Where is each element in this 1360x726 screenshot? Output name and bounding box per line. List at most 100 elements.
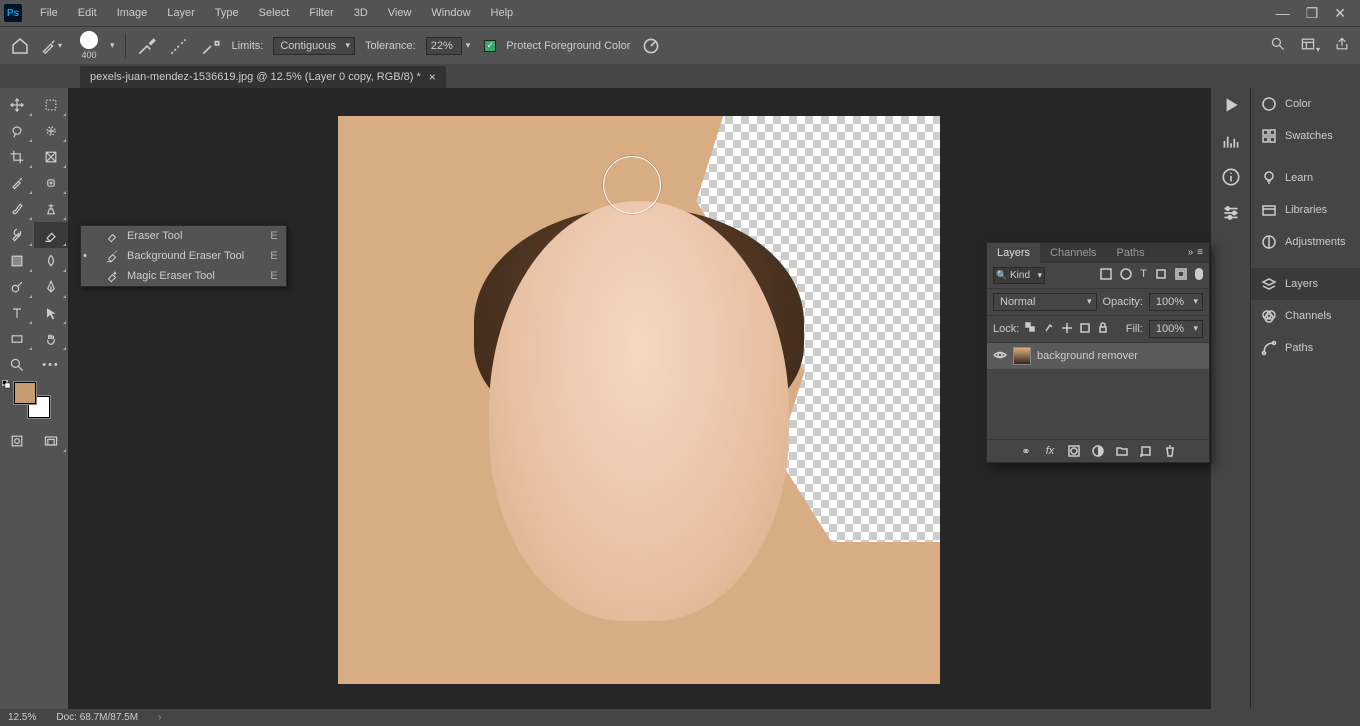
- info-icon[interactable]: [1220, 166, 1242, 188]
- fill-input[interactable]: 100%: [1149, 320, 1203, 338]
- document-canvas[interactable]: [338, 116, 940, 684]
- layer-row[interactable]: background remover: [987, 343, 1209, 369]
- menu-filter[interactable]: Filter: [299, 3, 343, 23]
- filter-shape-icon[interactable]: [1155, 268, 1167, 283]
- eyedropper-tool[interactable]: [0, 170, 34, 196]
- collapse-icon[interactable]: »: [1188, 247, 1194, 259]
- lock-pixels-icon[interactable]: [1043, 322, 1055, 337]
- protect-fg-checkbox[interactable]: ✓: [484, 40, 496, 52]
- flyout-eraser[interactable]: Eraser Tool E: [81, 226, 286, 246]
- hand-tool[interactable]: [34, 326, 68, 352]
- zoom-tool[interactable]: [0, 352, 34, 378]
- panel-color[interactable]: Color: [1251, 88, 1360, 120]
- panel-menu-icon[interactable]: ≡: [1197, 247, 1203, 259]
- filter-adjustment-icon[interactable]: [1120, 268, 1132, 283]
- layer-filter-kind[interactable]: Kind: [993, 267, 1045, 284]
- lock-position-icon[interactable]: [1061, 322, 1073, 337]
- sampling-swatch-icon[interactable]: [200, 35, 222, 57]
- tab-paths[interactable]: Paths: [1107, 243, 1155, 263]
- pressure-icon[interactable]: [640, 35, 662, 57]
- home-icon[interactable]: [10, 37, 30, 55]
- share-icon[interactable]: [1334, 36, 1350, 55]
- adjustment-layer-icon[interactable]: [1091, 444, 1105, 458]
- foreground-color-swatch[interactable]: [14, 382, 36, 404]
- layer-style-icon[interactable]: fx: [1043, 444, 1057, 458]
- crop-tool[interactable]: [0, 144, 34, 170]
- gradient-tool[interactable]: [0, 248, 34, 274]
- document-tab[interactable]: pexels-juan-mendez-1536619.jpg @ 12.5% (…: [80, 66, 446, 88]
- lock-artboard-icon[interactable]: [1079, 322, 1091, 337]
- panel-paths[interactable]: Paths: [1251, 332, 1360, 364]
- type-tool[interactable]: [0, 300, 34, 326]
- filter-type-icon[interactable]: T: [1140, 268, 1147, 283]
- menu-select[interactable]: Select: [249, 3, 300, 23]
- tolerance-input[interactable]: 22%: [426, 37, 462, 55]
- path-select-tool[interactable]: [34, 300, 68, 326]
- edit-toolbar[interactable]: •••: [34, 352, 68, 378]
- tool-preset-picker[interactable]: ▾: [40, 35, 62, 57]
- default-colors-icon[interactable]: [2, 380, 12, 390]
- lasso-tool[interactable]: [0, 118, 34, 144]
- visibility-icon[interactable]: [993, 350, 1007, 363]
- workspace-switcher-icon[interactable]: ▾: [1300, 36, 1320, 55]
- screen-mode-icon[interactable]: [34, 428, 68, 454]
- history-brush-tool[interactable]: [0, 222, 34, 248]
- properties-icon[interactable]: [1220, 202, 1242, 224]
- tab-layers[interactable]: Layers: [987, 243, 1040, 263]
- panel-swatches[interactable]: Swatches: [1251, 120, 1360, 152]
- panel-learn[interactable]: Learn: [1251, 162, 1360, 194]
- panel-libraries[interactable]: Libraries: [1251, 194, 1360, 226]
- brush-tool[interactable]: [0, 196, 34, 222]
- new-layer-icon[interactable]: [1139, 444, 1153, 458]
- blur-tool[interactable]: [34, 248, 68, 274]
- clone-stamp-tool[interactable]: [34, 196, 68, 222]
- rectangle-tool[interactable]: [0, 326, 34, 352]
- pen-tool[interactable]: [34, 274, 68, 300]
- lock-all-icon[interactable]: [1097, 322, 1109, 337]
- delete-icon[interactable]: [1163, 444, 1177, 458]
- link-layers-icon[interactable]: ⚭: [1019, 444, 1033, 458]
- restore-icon[interactable]: ❐: [1306, 5, 1319, 22]
- lock-transparency-icon[interactable]: [1025, 322, 1037, 337]
- close-icon[interactable]: ✕: [1334, 5, 1346, 22]
- marquee-tool[interactable]: [34, 92, 68, 118]
- limits-select[interactable]: Contiguous: [273, 37, 355, 55]
- filter-smart-icon[interactable]: [1175, 268, 1187, 283]
- brush-preset-picker[interactable]: 400 ▾: [72, 31, 115, 61]
- menu-type[interactable]: Type: [205, 3, 249, 23]
- panel-channels[interactable]: Channels: [1251, 300, 1360, 332]
- menu-3d[interactable]: 3D: [344, 3, 378, 23]
- minimize-icon[interactable]: —: [1276, 5, 1290, 22]
- filter-toggle-icon[interactable]: [1195, 268, 1203, 280]
- tab-channels[interactable]: Channels: [1040, 243, 1106, 263]
- blend-mode-select[interactable]: Normal: [993, 293, 1097, 311]
- panel-layers[interactable]: Layers: [1251, 268, 1360, 300]
- flyout-bg-eraser[interactable]: • Background Eraser Tool E: [81, 246, 286, 266]
- quick-select-tool[interactable]: [34, 118, 68, 144]
- play-icon[interactable]: [1220, 94, 1242, 116]
- menu-help[interactable]: Help: [481, 3, 524, 23]
- group-icon[interactable]: [1115, 444, 1129, 458]
- eraser-tool[interactable]: [34, 222, 68, 248]
- menu-file[interactable]: File: [30, 3, 68, 23]
- panel-adjustments[interactable]: Adjustments: [1251, 226, 1360, 258]
- search-icon[interactable]: [1270, 36, 1286, 55]
- menu-window[interactable]: Window: [421, 3, 480, 23]
- menu-edit[interactable]: Edit: [68, 3, 107, 23]
- tab-close-icon[interactable]: ×: [429, 70, 436, 84]
- healing-tool[interactable]: [34, 170, 68, 196]
- zoom-level[interactable]: 12.5%: [8, 712, 36, 723]
- sampling-once-icon[interactable]: [168, 35, 190, 57]
- status-flyout-icon[interactable]: ›: [158, 712, 161, 723]
- opacity-input[interactable]: 100%: [1149, 293, 1203, 311]
- menu-image[interactable]: Image: [107, 3, 158, 23]
- sampling-continuous-icon[interactable]: [136, 35, 158, 57]
- quick-mask-icon[interactable]: [0, 428, 34, 454]
- layer-name[interactable]: background remover: [1037, 350, 1138, 362]
- frame-tool[interactable]: [34, 144, 68, 170]
- menu-view[interactable]: View: [378, 3, 422, 23]
- menu-layer[interactable]: Layer: [157, 3, 205, 23]
- filter-pixel-icon[interactable]: [1100, 268, 1112, 283]
- flyout-magic-eraser[interactable]: Magic Eraser Tool E: [81, 266, 286, 286]
- layer-mask-icon[interactable]: [1067, 444, 1081, 458]
